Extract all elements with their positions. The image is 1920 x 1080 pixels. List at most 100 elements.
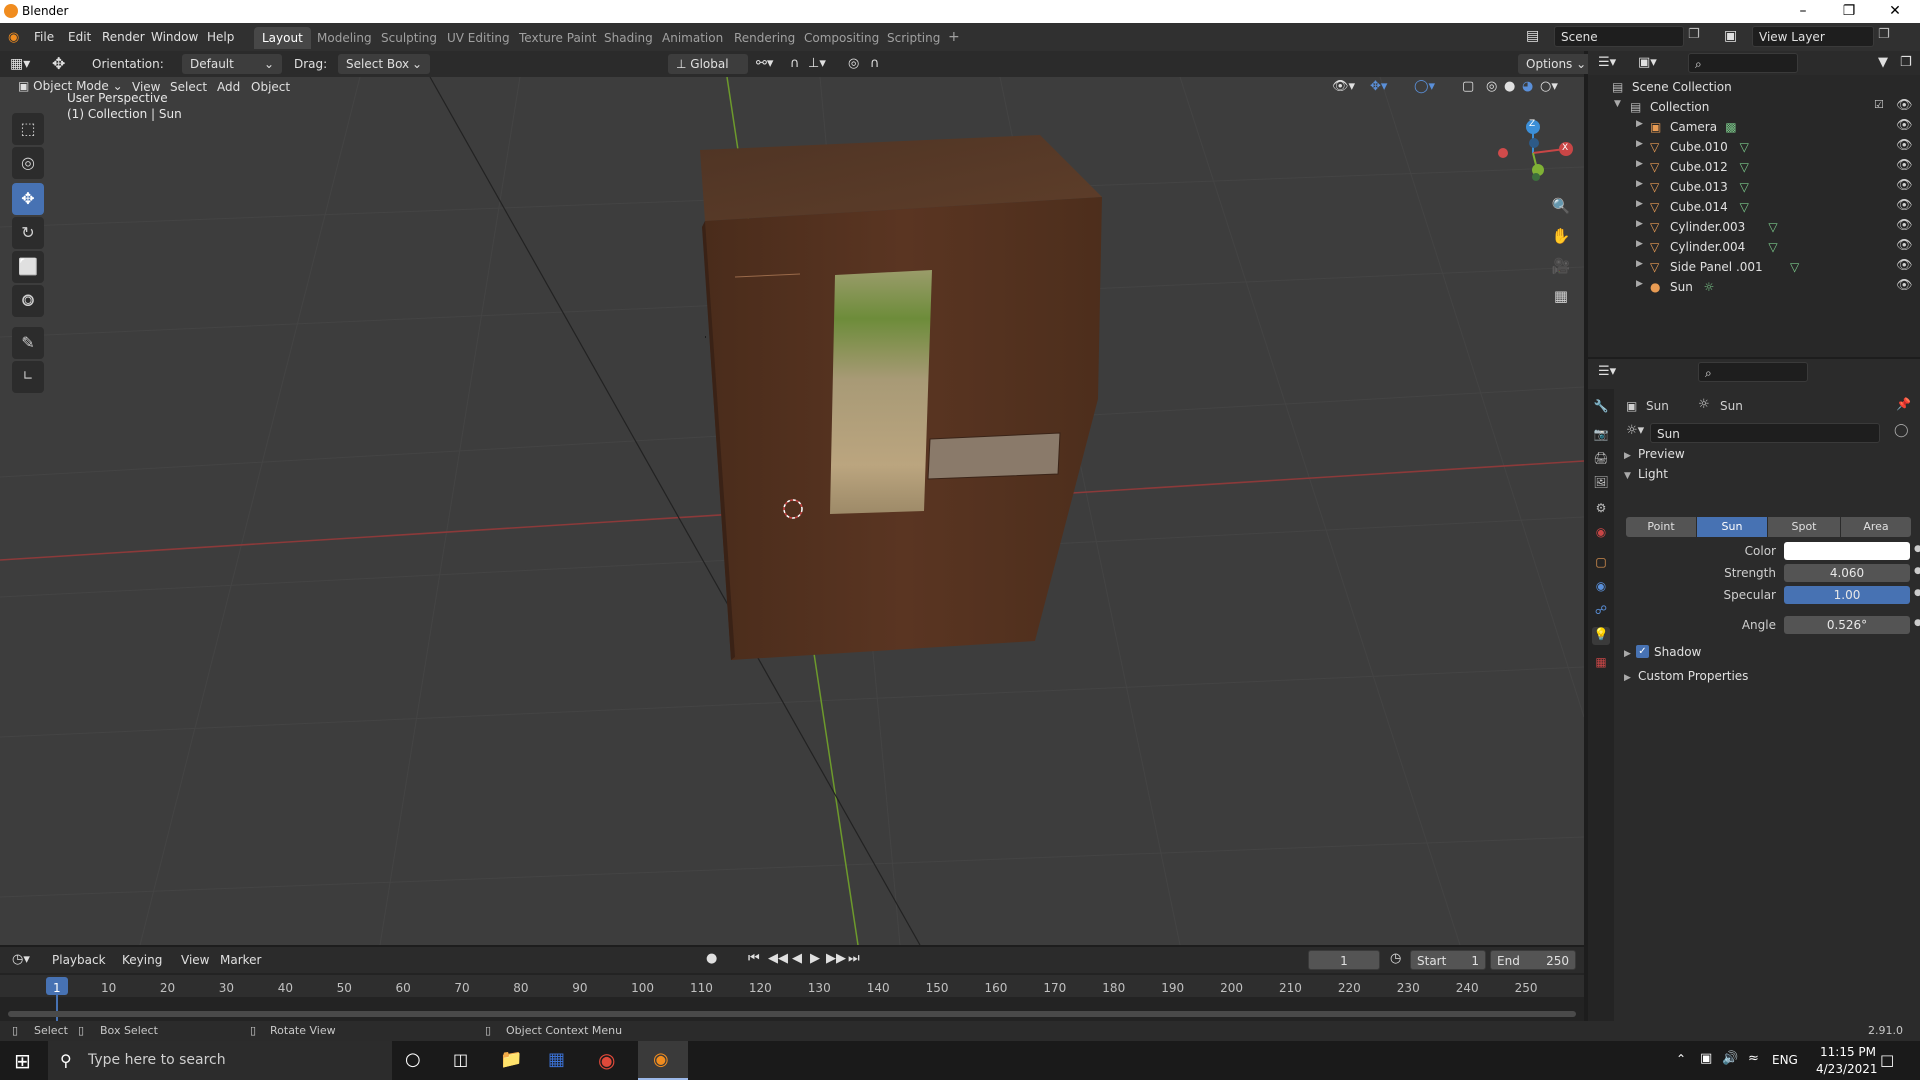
outliner-item[interactable]: ▶ ● Sun ☼ 👁 xyxy=(1588,277,1920,297)
viewport-menu-object[interactable]: Object xyxy=(251,80,290,94)
zoom-icon[interactable]: 🔍 xyxy=(1548,193,1574,219)
end-frame-field[interactable]: End 250 xyxy=(1490,950,1576,970)
jump-end-icon[interactable]: ⏭ xyxy=(848,951,860,966)
wireframe-shading-icon[interactable]: ◎ xyxy=(1486,79,1497,94)
properties-search-input[interactable]: ⌕ xyxy=(1698,362,1808,382)
keyframe-dot-icon[interactable]: ● xyxy=(1914,588,1920,598)
angle-field[interactable]: 0.526° xyxy=(1784,616,1910,634)
rotate-tool[interactable]: ↻ xyxy=(12,217,44,249)
world-tab-icon[interactable]: ◉ xyxy=(1592,525,1610,543)
properties-editor-icon[interactable]: ☰▾ xyxy=(1598,364,1616,379)
options-dropdown[interactable]: Options ⌄ xyxy=(1518,54,1595,74)
menu-window[interactable]: Window xyxy=(151,30,198,44)
task-view-icon[interactable]: ◫ xyxy=(453,1050,468,1069)
expand-icon[interactable]: ▶ xyxy=(1636,159,1643,169)
menu-help[interactable]: Help xyxy=(207,30,234,44)
windows-start-icon[interactable]: ⊞ xyxy=(14,1049,31,1073)
keyframe-dot-icon[interactable]: ● xyxy=(1914,618,1920,628)
mesh-data-icon[interactable]: ▽ xyxy=(1768,240,1777,254)
expand-icon[interactable]: ▶ xyxy=(1624,451,1631,461)
outliner-item[interactable]: ▶ ▽ Cube.012 ▽ 👁 xyxy=(1588,157,1920,177)
specular-field[interactable]: 1.00 xyxy=(1784,586,1910,604)
taskbar-time[interactable]: 11:15 PM xyxy=(1820,1045,1876,1059)
filter-icon[interactable]: ▼ xyxy=(1878,55,1888,70)
tab-uv-editing[interactable]: UV Editing xyxy=(439,27,518,49)
tab-modeling[interactable]: Modeling xyxy=(309,27,380,49)
outliner-item[interactable]: ▶ ▽ Side Panel .001 ▽ 👁 xyxy=(1588,257,1920,277)
color-swatch[interactable] xyxy=(1784,542,1910,560)
outliner[interactable]: ☰▾ ▣▾ ⌕ ▼ ❐ ▤ Scene Collection ▼ ▤ Colle… xyxy=(1588,51,1920,357)
outliner-item[interactable]: ▶ ▽ Cylinder.003 ▽ 👁 xyxy=(1588,217,1920,237)
constraints-tab-icon[interactable]: ☍ xyxy=(1592,603,1610,621)
mesh-data-icon[interactable]: ▽ xyxy=(1740,140,1749,154)
outliner-item[interactable]: ▶ ▣ Camera ▩ 👁 xyxy=(1588,117,1920,137)
keyframe-dot-icon[interactable]: ● xyxy=(1914,566,1920,576)
timeline-editor-icon[interactable]: ◷▾ xyxy=(12,952,30,967)
shadow-checkbox[interactable]: ✓ xyxy=(1636,645,1649,658)
rendered-shading-icon[interactable]: ○▾ xyxy=(1540,79,1558,94)
mesh-data-icon[interactable]: ▽ xyxy=(1768,220,1777,234)
mesh-data-icon[interactable]: ▽ xyxy=(1740,160,1749,174)
start-frame-field[interactable]: Start 1 xyxy=(1410,950,1486,970)
render-tab-icon[interactable]: 📷 xyxy=(1592,427,1610,445)
mesh-data-icon[interactable]: ▽ xyxy=(1790,260,1799,274)
viewport-menu-view[interactable]: View xyxy=(132,80,160,94)
expand-icon[interactable]: ▶ xyxy=(1636,179,1643,189)
pin-icon[interactable]: 📌 xyxy=(1896,397,1911,411)
outliner-item[interactable]: ▶ ▽ Cube.013 ▽ 👁 xyxy=(1588,177,1920,197)
jump-start-icon[interactable]: ⏮ xyxy=(748,951,760,966)
fake-user-icon[interactable]: ◯ xyxy=(1894,423,1909,438)
blender-taskbar-button[interactable]: ◉ xyxy=(638,1041,688,1080)
material-shading-icon[interactable]: ◕ xyxy=(1522,79,1533,94)
taskbar-date[interactable]: 4/23/2021 xyxy=(1816,1062,1878,1076)
view-layer-field[interactable]: View Layer xyxy=(1752,26,1874,47)
tab-animation[interactable]: Animation xyxy=(654,27,731,49)
light-type-sun[interactable]: Sun xyxy=(1697,517,1767,537)
play-reverse-icon[interactable]: ◀ xyxy=(792,951,802,966)
taskbar-search-box[interactable]: ⚲ Type here to search xyxy=(48,1041,392,1080)
eye-icon[interactable]: 👁 xyxy=(1896,118,1913,133)
camera-data-icon[interactable]: ▩ xyxy=(1725,120,1736,134)
add-workspace-button[interactable]: + xyxy=(940,27,968,49)
file-explorer-icon[interactable]: 📁 xyxy=(500,1049,522,1070)
light-type-spot[interactable]: Spot xyxy=(1768,517,1840,537)
close-button[interactable]: ✕ xyxy=(1872,0,1918,23)
shadow-panel-header[interactable]: Shadow xyxy=(1654,645,1701,659)
eye-icon[interactable]: 👁 xyxy=(1896,138,1913,153)
snap-target-icon[interactable]: ⊥▾ xyxy=(808,56,826,71)
timeline-menu-view[interactable]: View xyxy=(181,953,209,967)
wifi-icon[interactable]: ≈ xyxy=(1748,1051,1759,1066)
next-keyframe-icon[interactable]: ▶▶ xyxy=(826,951,846,966)
new-scene-icon[interactable]: ❐ xyxy=(1688,27,1700,42)
light-name-field[interactable]: Sun xyxy=(1650,423,1880,443)
light-datablock-icon[interactable]: ☼▾ xyxy=(1626,423,1646,443)
volume-icon[interactable]: 🔊 xyxy=(1722,1051,1738,1066)
display-mode-icon[interactable]: ▣▾ xyxy=(1638,55,1657,70)
eye-icon[interactable]: 👁 xyxy=(1896,218,1913,233)
eye-icon[interactable]: 👁 xyxy=(1896,258,1913,273)
minimize-button[interactable]: – xyxy=(1780,0,1826,23)
scene-selector-icon[interactable]: ▤ xyxy=(1526,28,1539,44)
new-collection-icon[interactable]: ❐ xyxy=(1900,55,1912,70)
mode-dropdown[interactable]: ▣ Object Mode ⌄ xyxy=(10,77,123,96)
tab-sculpting[interactable]: Sculpting xyxy=(373,27,445,49)
expand-icon[interactable]: ▶ xyxy=(1624,673,1631,683)
eye-icon[interactable]: 👁 xyxy=(1896,98,1913,113)
gizmo-toggle-icon[interactable]: ✥▾ xyxy=(1370,79,1387,94)
mesh-data-icon[interactable]: ▽ xyxy=(1740,200,1749,214)
measure-tool[interactable]: ∟ xyxy=(12,361,44,393)
preview-panel-header[interactable]: Preview xyxy=(1638,447,1685,461)
tab-texture-paint[interactable]: Texture Paint xyxy=(511,27,604,49)
move-tool[interactable]: ✥ xyxy=(12,183,44,215)
expand-icon[interactable]: ▶ xyxy=(1624,649,1631,659)
outliner-collection[interactable]: ▼ ▤ Collection ☑ 👁 xyxy=(1588,97,1920,117)
new-view-layer-icon[interactable]: ❐ xyxy=(1878,27,1890,42)
blender-menu-icon[interactable]: ◉ xyxy=(8,30,19,45)
camera-view-icon[interactable]: 🎥 xyxy=(1548,253,1574,279)
visibility-icon[interactable]: 👁▾ xyxy=(1332,79,1355,94)
tab-shading[interactable]: Shading xyxy=(596,27,661,49)
eye-icon[interactable]: 👁 xyxy=(1896,238,1913,253)
scene-tab-icon[interactable]: ⚙ xyxy=(1592,501,1610,519)
scene-name-field[interactable]: Scene xyxy=(1554,26,1684,47)
outliner-item[interactable]: ▶ ▽ Cylinder.004 ▽ 👁 xyxy=(1588,237,1920,257)
